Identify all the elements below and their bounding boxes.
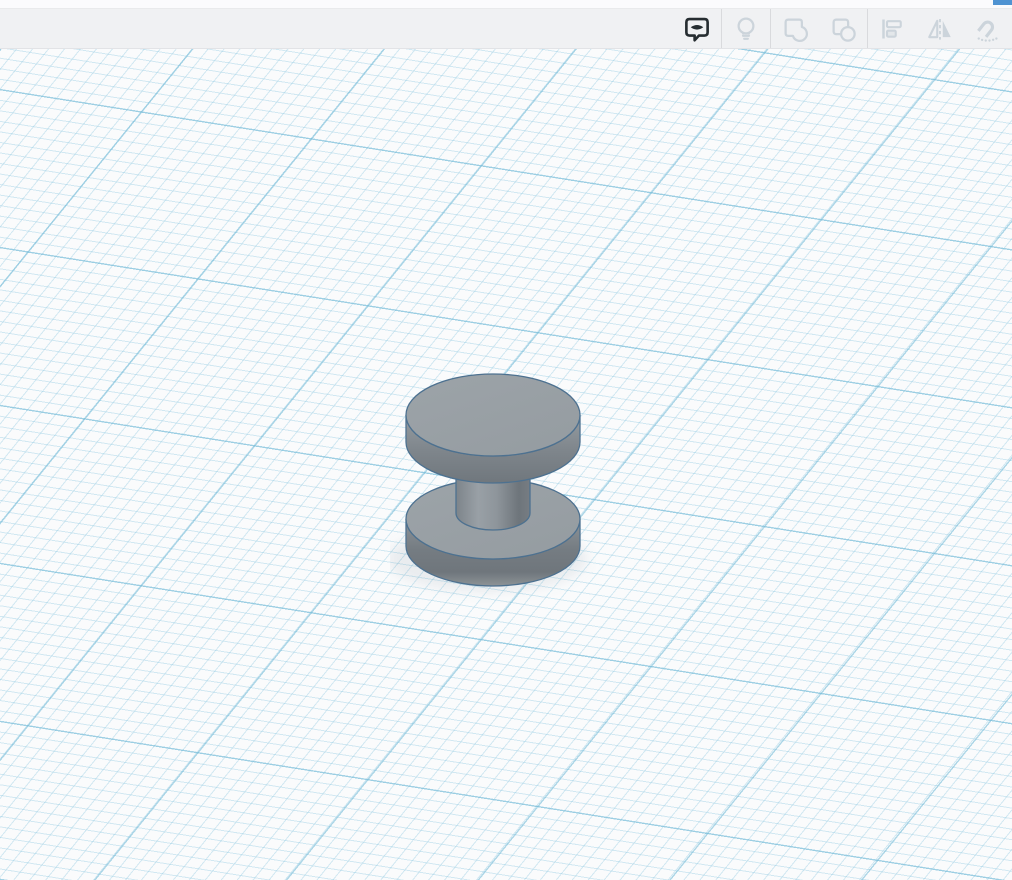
- group-shapes-icon: [780, 14, 810, 44]
- window-top-strip: [0, 0, 1012, 9]
- mirror-button[interactable]: [916, 9, 964, 48]
- align-button[interactable]: [868, 9, 916, 48]
- spool-3d-object[interactable]: [390, 363, 596, 603]
- lightbulb-icon: [731, 14, 761, 44]
- 3d-editor-window: [0, 0, 1012, 880]
- align-icon: [877, 14, 907, 44]
- magnet-icon: [973, 14, 1003, 44]
- workplane-canvas[interactable]: [0, 49, 1012, 880]
- ungroup-shapes-icon: [828, 14, 858, 44]
- toggle-notes-button[interactable]: [673, 9, 721, 48]
- top-disc[interactable]: [405, 373, 581, 484]
- mirror-flip-icon: [925, 14, 955, 44]
- eye-comment-icon: [682, 14, 712, 44]
- show-all-button[interactable]: [722, 9, 770, 48]
- editor-toolbar: [0, 9, 1012, 49]
- accent-progress-bar: [993, 0, 1012, 5]
- toolbar-right-group: [673, 9, 1012, 48]
- group-button[interactable]: [771, 9, 819, 48]
- ungroup-button[interactable]: [819, 9, 867, 48]
- snap-button[interactable]: [964, 9, 1012, 48]
